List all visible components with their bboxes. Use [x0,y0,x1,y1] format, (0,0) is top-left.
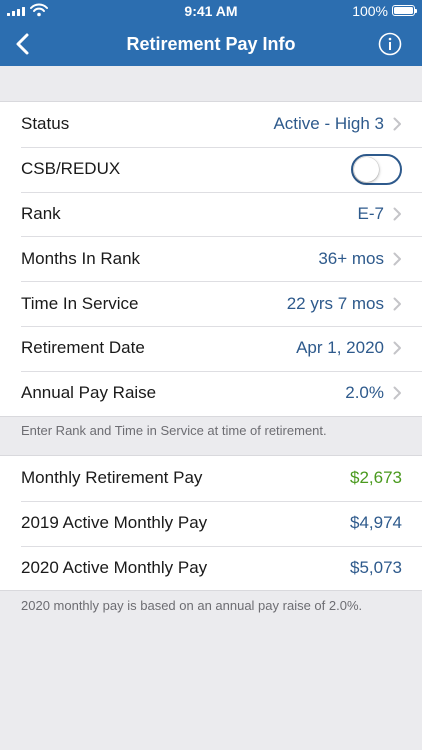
time-in-service-label: Time In Service [21,293,139,313]
chevron-right-icon [393,386,401,400]
retirement-date-value: Apr 1, 2020 [296,338,384,358]
annual-pay-raise-row[interactable]: Annual Pay Raise 2.0% [0,370,422,416]
results-footer-note: 2020 monthly pay is based on an annual p… [21,598,363,613]
status-bar: 9:41 AM 100% [0,0,422,22]
time-in-service-value: 22 yrs 7 mos [286,293,384,313]
inputs-footer-note: Enter Rank and Time in Service at time o… [21,423,327,438]
csb-redux-toggle[interactable] [351,153,402,185]
chevron-right-icon [393,297,401,311]
monthly-retirement-pay-value: $2,673 [350,468,402,488]
page-title: Retirement Pay Info [126,34,296,54]
active-pay-2019-value: $4,974 [350,513,402,533]
rank-label: Rank [21,203,61,223]
active-pay-2019-row: 2019 Active Monthly Pay $4,974 [0,500,422,546]
rank-row[interactable]: Rank E-7 [0,191,422,237]
nav-bar: Retirement Pay Info [0,22,422,66]
status-row[interactable]: Status Active - High 3 [0,102,422,147]
battery-icon [392,5,417,16]
months-in-rank-label: Months In Rank [21,248,141,268]
active-pay-2020-label: 2020 Active Monthly Pay [21,557,208,577]
status-label: Status [21,114,70,134]
battery-percent: 100% [352,3,388,19]
active-pay-2020-row: 2020 Active Monthly Pay $5,073 [0,545,422,591]
retirement-date-label: Retirement Date [21,338,145,358]
active-pay-2020-value: $5,073 [350,557,402,577]
csb-redux-label: CSB/REDUX [21,159,121,179]
info-icon[interactable] [378,32,402,56]
annual-pay-raise-label: Annual Pay Raise [21,383,157,403]
chevron-right-icon [393,341,401,355]
monthly-retirement-pay-row: Monthly Retirement Pay $2,673 [0,456,422,501]
monthly-retirement-pay-label: Monthly Retirement Pay [21,468,203,488]
chevron-right-icon [393,207,401,221]
results-group: Monthly Retirement Pay $2,673 2019 Activ… [0,455,422,592]
csb-redux-row: CSB/REDUX [0,146,422,192]
settings-group: Status Active - High 3 CSB/REDUX Rank E-… [0,101,422,417]
active-pay-2019-label: 2019 Active Monthly Pay [21,513,208,533]
annual-pay-raise-value: 2.0% [345,383,384,403]
time-in-service-row[interactable]: Time In Service 22 yrs 7 mos [0,281,422,326]
months-in-rank-value: 36+ mos [318,248,384,268]
status-value: Active - High 3 [273,114,384,134]
months-in-rank-row[interactable]: Months In Rank 36+ mos [0,236,422,281]
chevron-right-icon [393,117,401,131]
chevron-right-icon [393,252,401,266]
retirement-date-row[interactable]: Retirement Date Apr 1, 2020 [0,325,422,371]
rank-value: E-7 [357,203,384,223]
